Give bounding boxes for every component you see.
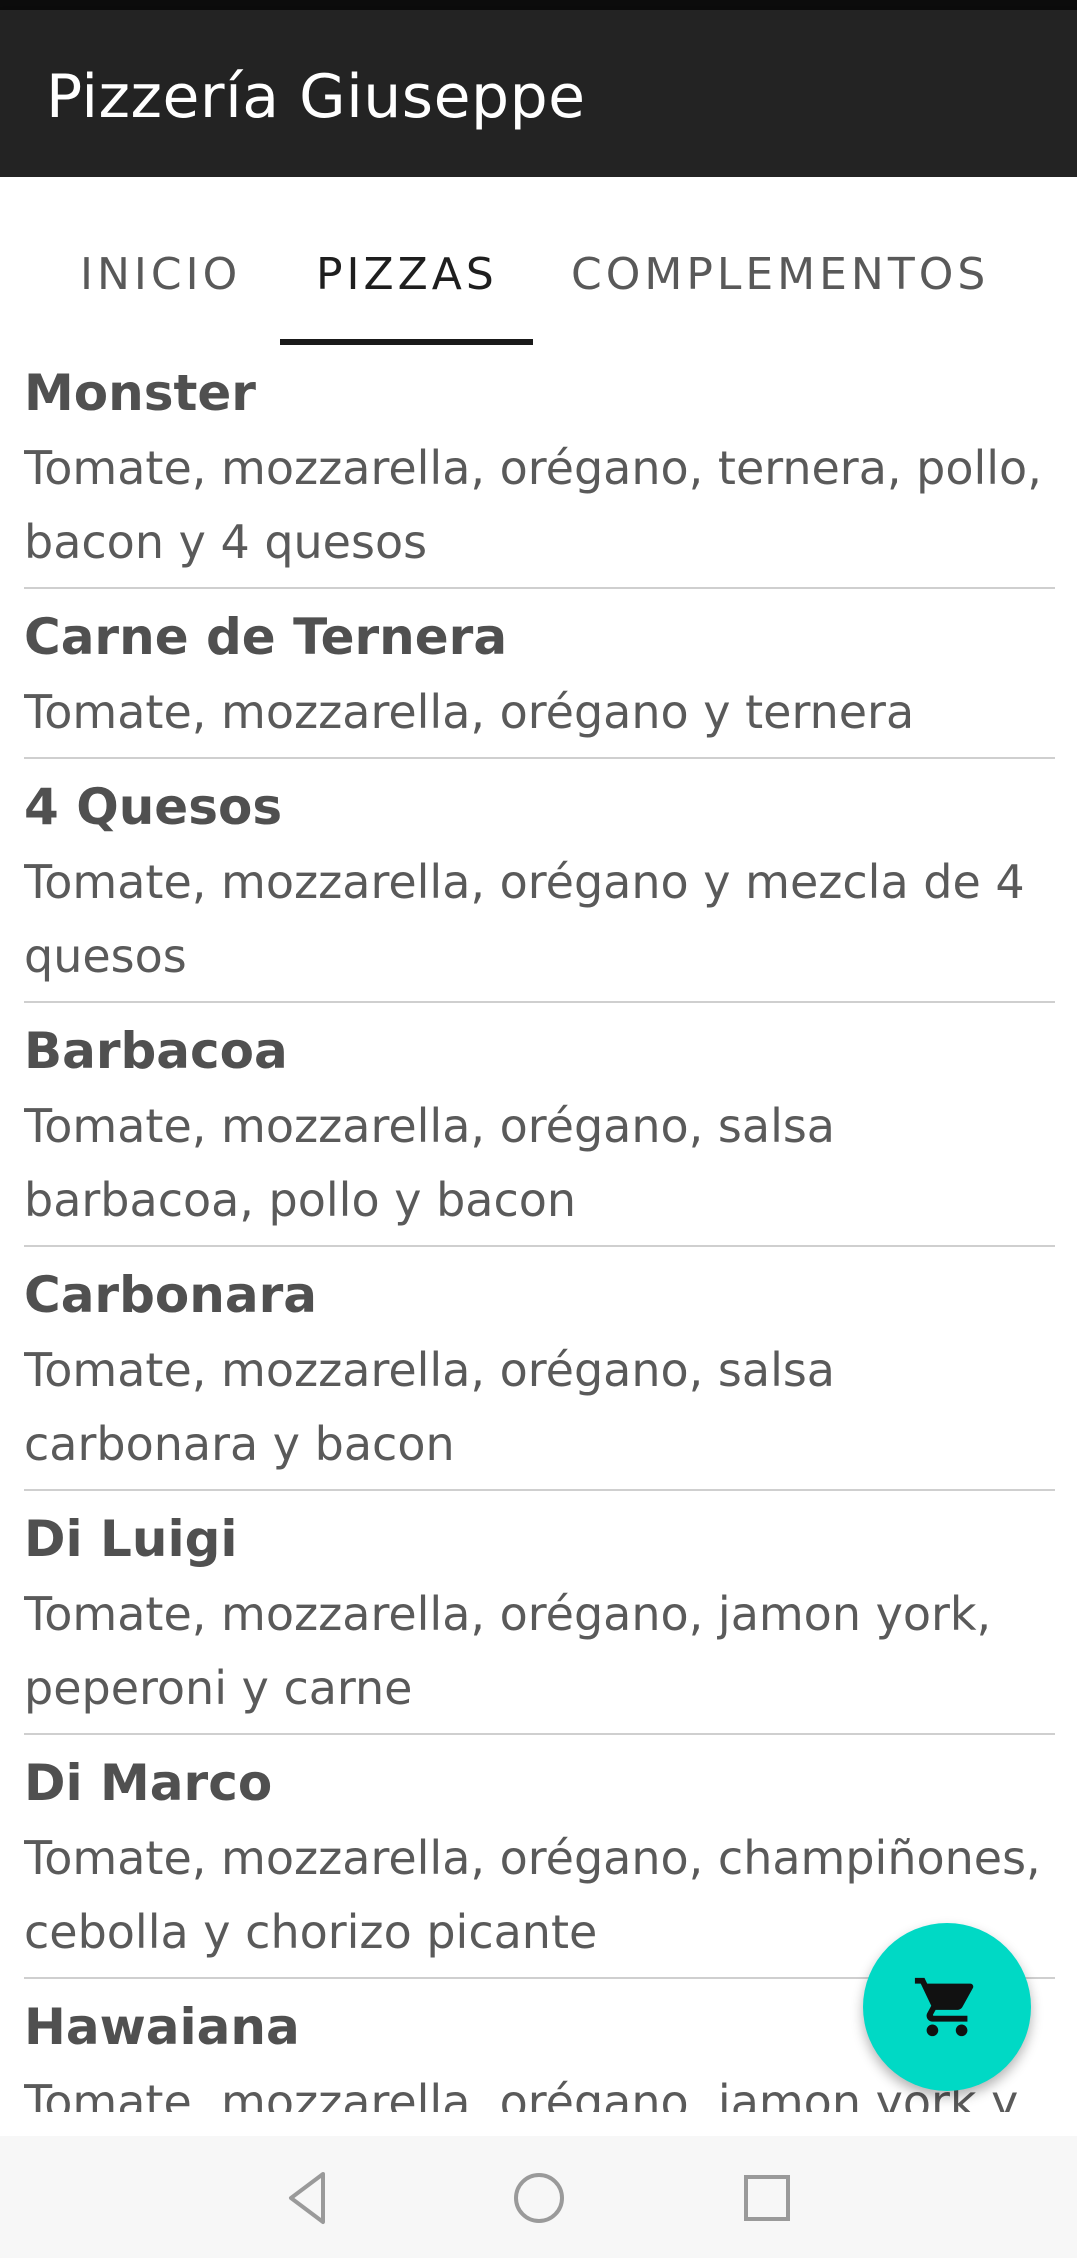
back-icon[interactable] xyxy=(277,2166,341,2230)
app-title: Pizzería Giuseppe xyxy=(46,62,586,132)
tab-bar: INICIO PIZZAS COMPLEMENTOS xyxy=(0,177,1077,345)
cart-button[interactable] xyxy=(863,1923,1031,2091)
pizza-name: Barbacoa xyxy=(24,1022,288,1080)
tab-pizzas[interactable]: PIZZAS xyxy=(316,249,498,300)
shopping-cart-icon xyxy=(914,1977,974,2037)
list-item[interactable]: Barbacoa Tomate, mozzarella, orégano, sa… xyxy=(24,1003,1055,1247)
list-item[interactable]: Di Luigi Tomate, mozzarella, orégano, ja… xyxy=(24,1491,1055,1735)
pizza-description: Tomate, mozzarella, orégano y mezcla de … xyxy=(24,855,1025,983)
pizza-name: Carne de Ternera xyxy=(24,608,508,666)
system-nav-bar xyxy=(0,2136,1077,2258)
pizza-description: Tomate, mozzarella, orégano, salsa carbo… xyxy=(24,1343,835,1471)
tab-complementos[interactable]: COMPLEMENTOS xyxy=(571,249,989,300)
pizza-description: Tomate, mozzarella, orégano, jamon york,… xyxy=(24,1587,992,1715)
list-item[interactable]: Carne de Ternera Tomate, mozzarella, oré… xyxy=(24,589,1055,759)
status-bar xyxy=(0,0,1077,10)
list-item[interactable]: Carbonara Tomate, mozzarella, orégano, s… xyxy=(24,1247,1055,1491)
home-icon[interactable] xyxy=(507,2166,571,2230)
pizza-name: Di Luigi xyxy=(24,1510,238,1568)
list-item[interactable]: 4 Quesos Tomate, mozzarella, orégano y m… xyxy=(24,759,1055,1003)
pizza-name: Carbonara xyxy=(24,1266,317,1324)
tab-inicio[interactable]: INICIO xyxy=(80,249,241,300)
pizza-name: Di Marco xyxy=(24,1754,273,1812)
app-bar: Pizzería Giuseppe xyxy=(0,10,1077,177)
pizza-name: Monster xyxy=(24,364,256,422)
pizza-description: Tomate, mozzarella, orégano y ternera xyxy=(24,685,915,739)
pizza-list[interactable]: Monster Tomate, mozzarella, orégano, ter… xyxy=(24,345,1055,2112)
pizza-name: 4 Quesos xyxy=(24,778,283,836)
pizza-description: Tomate, mozzarella, orégano, salsa barba… xyxy=(24,1099,835,1227)
pizza-description: Tomate, mozzarella, orégano, ternera, po… xyxy=(24,441,1042,569)
list-item[interactable]: Monster Tomate, mozzarella, orégano, ter… xyxy=(24,345,1055,589)
recents-icon[interactable] xyxy=(735,2166,799,2230)
